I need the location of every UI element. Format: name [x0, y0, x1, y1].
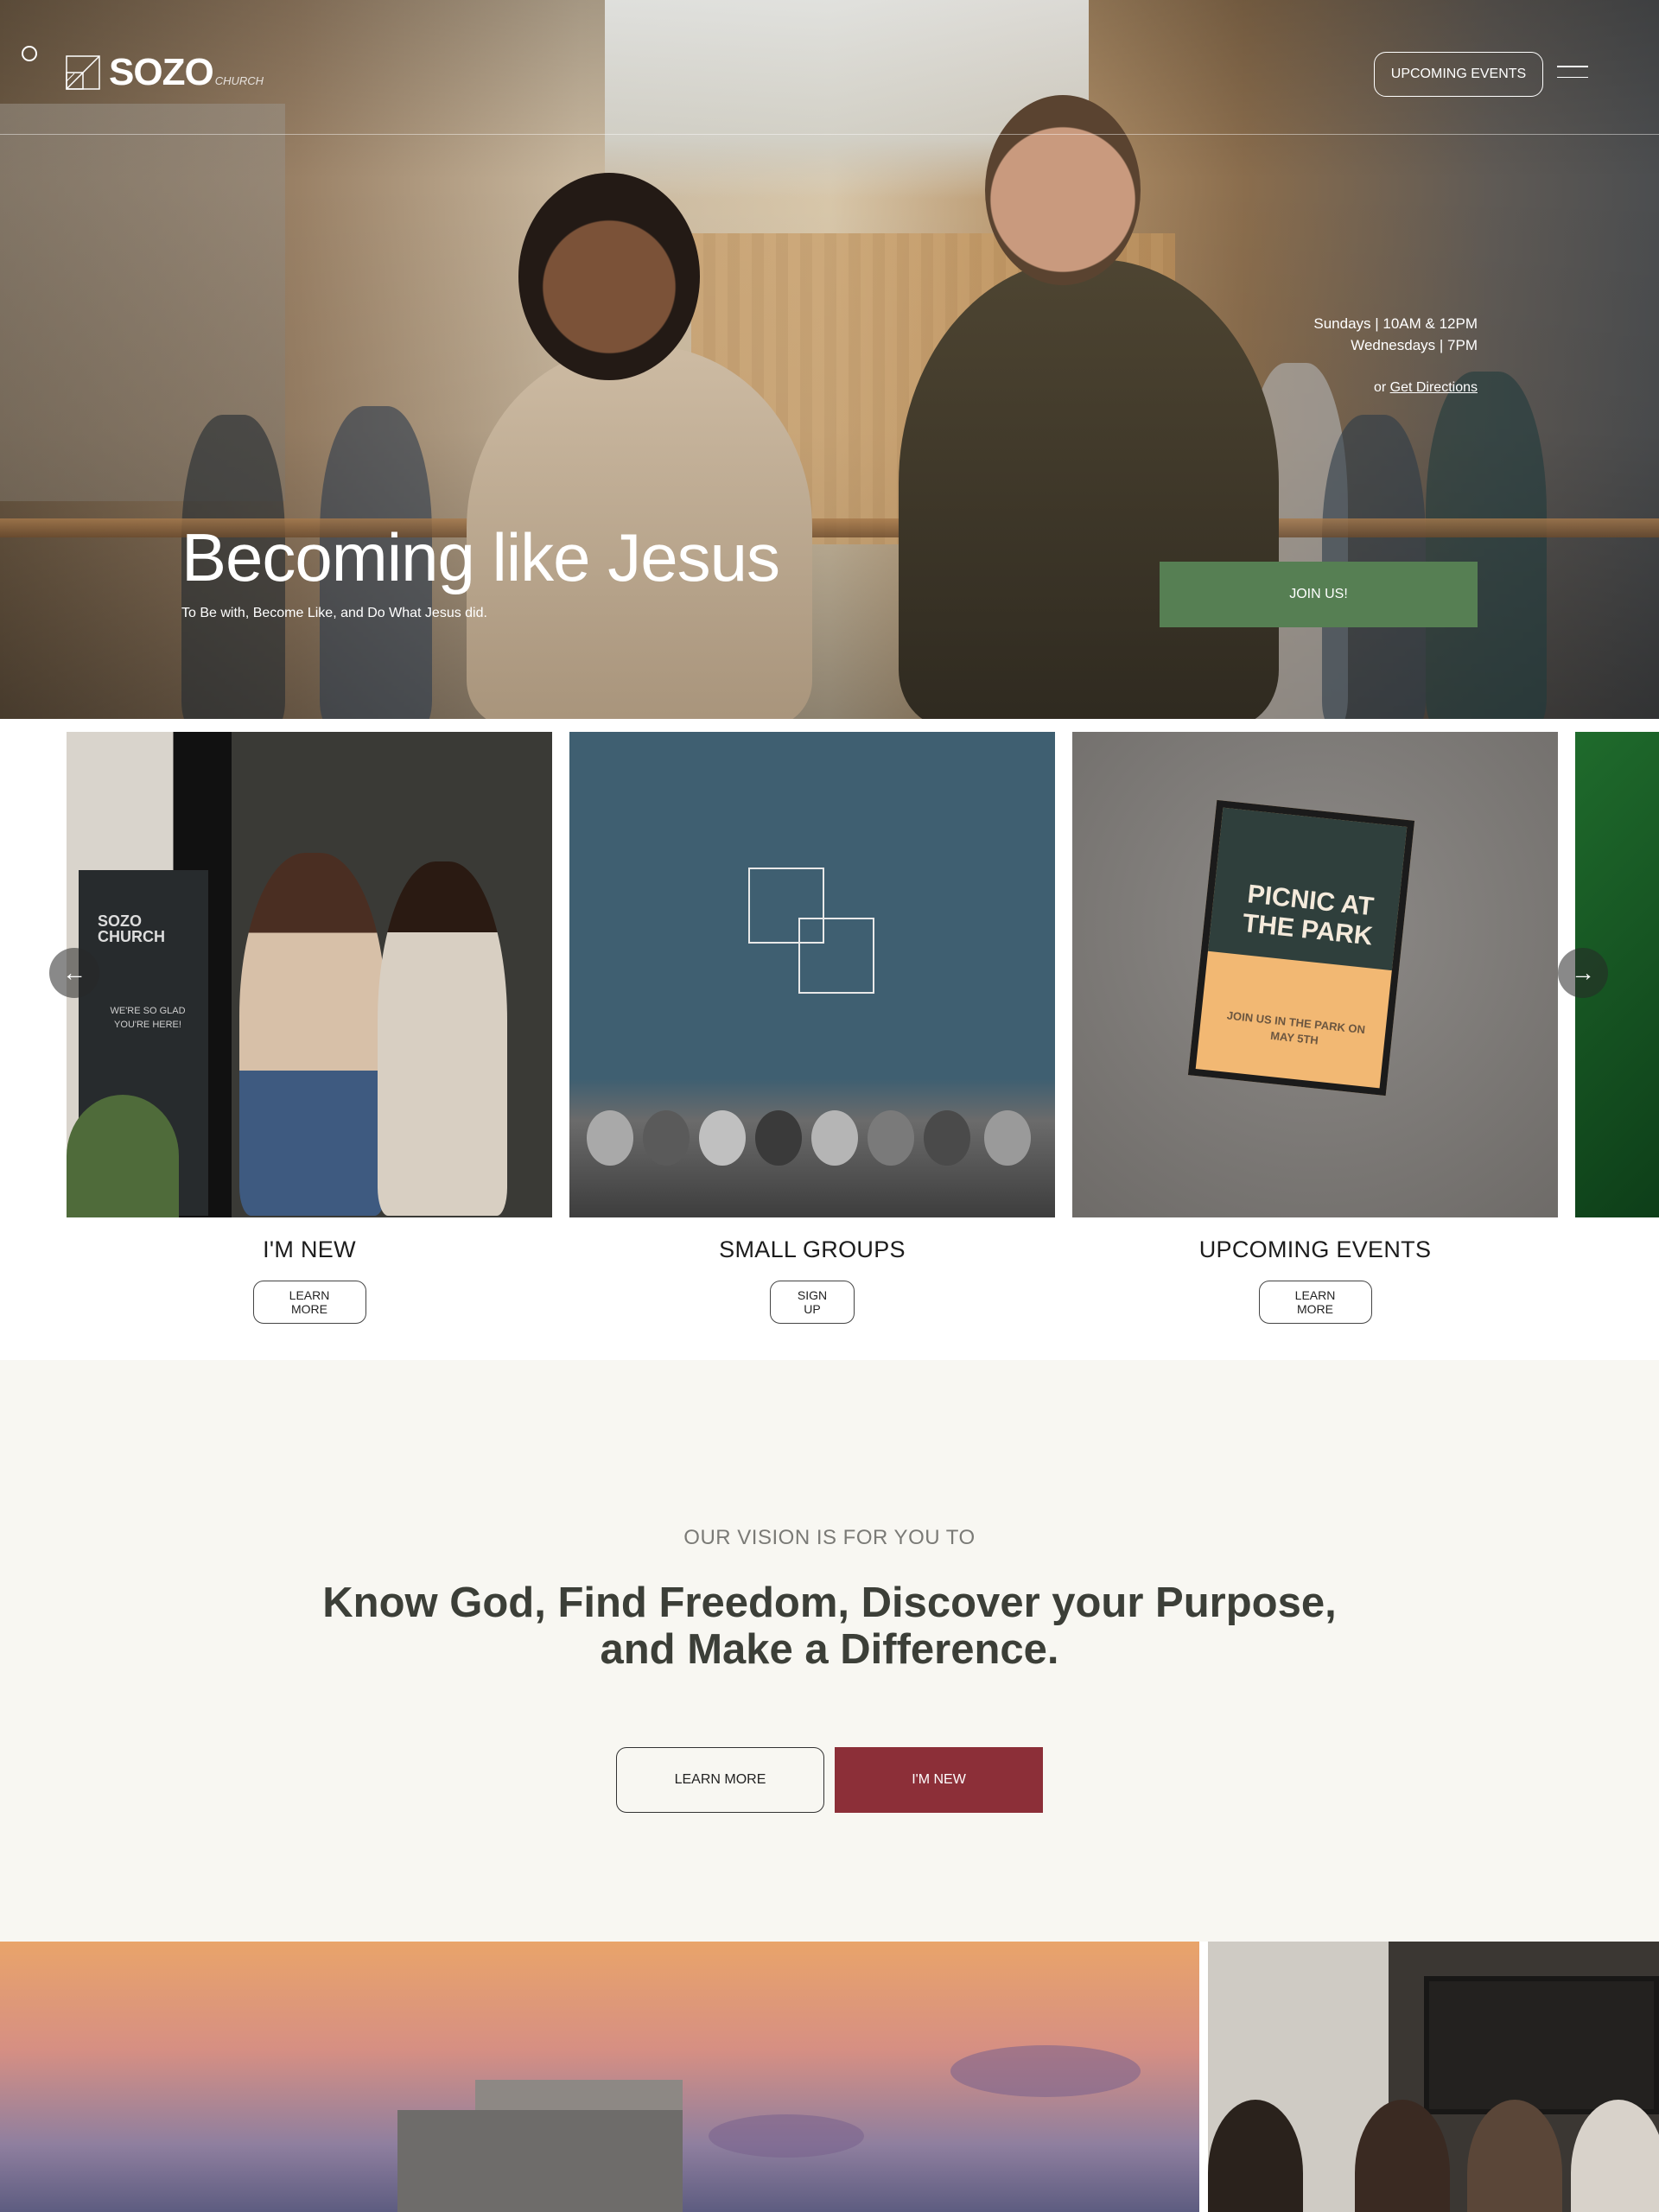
building-window: [1424, 1976, 1659, 2114]
vision-section: OUR VISION IS FOR YOU TO Know God, Find …: [0, 1360, 1659, 1942]
vision-headline: Know God, Find Freedom, Discover your Pu…: [322, 1580, 1337, 1673]
vision-eyebrow: OUR VISION IS FOR YOU TO: [683, 1526, 976, 1549]
arrow-right-icon[interactable]: →: [1558, 948, 1608, 998]
directions-prefix: or: [1373, 380, 1390, 395]
vision-im-new-button[interactable]: I'M NEW: [835, 1747, 1043, 1813]
hero-section: SOZO CHURCH UPCOMING EVENTS Sundays | 10…: [0, 0, 1659, 719]
vision-learn-more-button[interactable]: LEARN MORE: [616, 1747, 824, 1813]
carousel-card-upcoming-events: PICNIC AT THE PARK JOIN US IN THE PARK O…: [1072, 732, 1558, 1324]
site-header: SOZO CHURCH UPCOMING EVENTS: [0, 0, 1659, 135]
person: [1467, 2100, 1562, 2212]
circle-icon[interactable]: [22, 46, 37, 61]
hero-man: [899, 259, 1279, 719]
card-image-picnic[interactable]: PICNIC AT THE PARK JOIN US IN THE PARK O…: [1072, 732, 1558, 1217]
plant: [67, 1095, 179, 1217]
card-image-small-groups[interactable]: [569, 732, 1055, 1217]
events-learn-more-button[interactable]: LEARN MORE: [1258, 1281, 1372, 1324]
person-head: [587, 1110, 633, 1166]
hero-subtitle: To Be with, Become Like, and Do What Jes…: [181, 606, 487, 620]
logo-subtitle: CHURCH: [214, 74, 264, 87]
service-times: Sundays | 10AM & 12PM Wednesdays | 7PM: [1313, 313, 1478, 356]
hero-title: Becoming like Jesus: [181, 519, 780, 595]
visitor-woman: [239, 853, 386, 1216]
carousel-card-im-new: SOZO CHURCH WE'RE SO GLAD YOU'RE HERE! I…: [67, 732, 552, 1324]
hero-background-person: [1426, 372, 1547, 719]
join-us-button[interactable]: JOIN US!: [1160, 562, 1478, 627]
church-building-photo: [0, 1942, 1199, 2212]
cloud: [709, 2114, 864, 2158]
ministry-carousel: SOZO CHURCH WE'RE SO GLAD YOU'RE HERE! I…: [0, 719, 1659, 1360]
sozo-logo-mark-icon: [66, 55, 100, 90]
welcome-sign-text: WE'RE SO GLAD YOU'RE HERE!: [110, 1006, 186, 1030]
im-new-learn-more-button[interactable]: LEARN MORE: [252, 1281, 366, 1324]
welcome-sign-title: SOZO CHURCH: [98, 912, 165, 945]
card-title: I'M NEW: [263, 1236, 356, 1262]
carousel-card-small-groups: SMALL GROUPS SIGN UP: [569, 732, 1055, 1324]
directions: or Get Directions: [1374, 380, 1478, 396]
person: [1355, 2100, 1450, 2212]
get-directions-link[interactable]: Get Directions: [1390, 380, 1478, 395]
site-logo[interactable]: SOZO CHURCH: [66, 51, 264, 93]
person-head: [643, 1110, 690, 1166]
person-head: [755, 1110, 802, 1166]
arrow-left-icon[interactable]: ←: [49, 948, 99, 998]
person-head: [984, 1110, 1031, 1166]
card-image-welcome[interactable]: SOZO CHURCH WE'RE SO GLAD YOU'RE HERE!: [67, 732, 552, 1217]
person-head: [811, 1110, 858, 1166]
logo-square-icon: [798, 918, 874, 994]
person-head: [868, 1110, 914, 1166]
cloud: [950, 2045, 1141, 2097]
service-time-sunday: Sundays | 10AM & 12PM: [1313, 315, 1478, 332]
person: [1208, 2100, 1303, 2212]
logo-wordmark: SOZO: [109, 51, 214, 93]
hamburger-menu-icon[interactable]: [1557, 66, 1588, 83]
greeter-woman: [378, 861, 507, 1216]
picnic-sign-text: JOIN US IN THE PARK ON MAY 5TH: [1226, 1008, 1366, 1047]
person: [1571, 2100, 1659, 2212]
person-head: [924, 1110, 970, 1166]
photo-strip: [0, 1942, 1659, 2212]
hero-woman-head: [518, 173, 700, 380]
courtyard-photo: [1208, 1942, 1659, 2212]
card-title: UPCOMING EVENTS: [1198, 1236, 1432, 1262]
church-building: [397, 2110, 683, 2212]
card-title: SMALL GROUPS: [719, 1236, 906, 1262]
small-groups-sign-up-button[interactable]: SIGN UP: [770, 1281, 855, 1324]
upcoming-events-button[interactable]: UPCOMING EVENTS: [1374, 52, 1543, 97]
service-time-wednesday: Wednesdays | 7PM: [1351, 337, 1478, 353]
person-head: [699, 1110, 746, 1166]
picnic-sign: PICNIC AT THE PARK JOIN US IN THE PARK O…: [1187, 799, 1415, 1096]
